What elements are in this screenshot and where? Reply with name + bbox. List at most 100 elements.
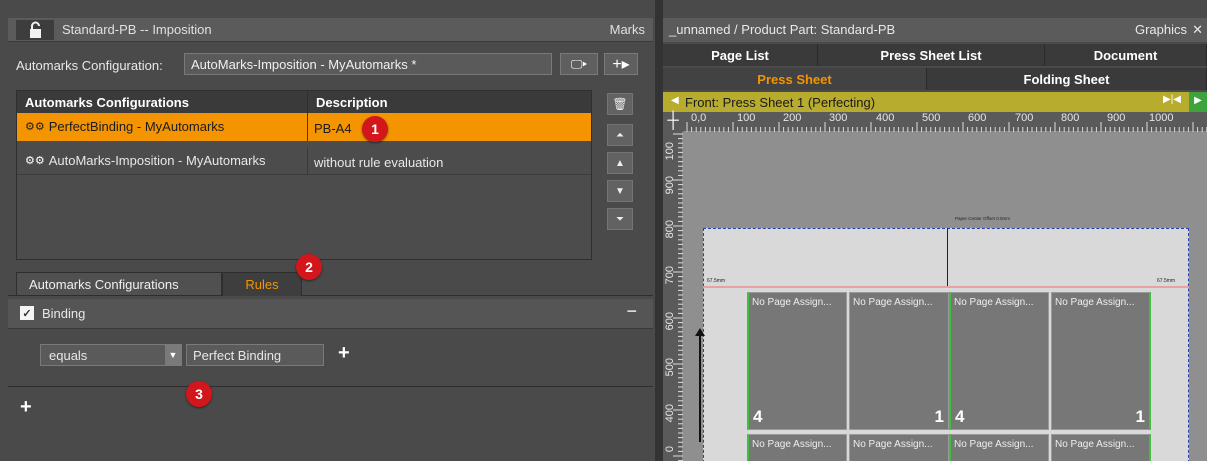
graphics-label: Graphics [1134,22,1187,37]
move-down-button[interactable]: ▼ [607,180,633,202]
move-top-button[interactable]: ⏶ [607,124,633,146]
ruler-tick-label: 400 [876,112,895,124]
page-slot[interactable]: No Page Assign... 4 [949,292,1049,430]
crosshair-icon[interactable]: ┼ [663,112,683,132]
ruler-tick-label: 800 [1061,112,1080,124]
automarks-config-field[interactable]: AutoMarks-Imposition - MyAutomarks * [184,53,552,75]
page-number: 1 [934,407,944,426]
move-bottom-button[interactable]: ⏷ [607,208,633,230]
automarks-table: Automarks Configurations Description ⚙⚙ … [16,90,592,260]
tab-press-sheet[interactable]: Press Sheet [663,68,927,90]
plus-icon: +▸ [612,56,630,73]
page-label: No Page Assign... [853,439,933,450]
ruler-tick-label: 300 [829,112,848,124]
page-slot[interactable]: No Page Assign... [949,434,1049,461]
view-tabs-row1: Page List Press Sheet List Document [663,44,1207,66]
sheet-nav-bar: ◀ Front: Press Sheet 1 (Perfecting) ▶|◀ … [663,92,1207,112]
vertical-ruler: 100 900 800 700 600 500 400 0 [663,132,683,461]
ruler-tick-label: 100 [737,112,756,124]
table-row[interactable]: ⚙⚙ AutoMarks-Imposition - MyAutomarks wi… [17,147,591,175]
ruler-ticks [686,122,1207,132]
ruler-tick-label: 500 [664,358,676,377]
lock-button[interactable] [16,20,54,40]
delete-button[interactable]: 🗑 [607,93,633,115]
center-line [947,228,948,286]
binding-checkbox[interactable]: ✓ [20,306,34,320]
add-config-button[interactable]: +▸ [604,53,638,75]
column-header-configs[interactable]: Automarks Configurations [17,91,307,113]
page-slot[interactable]: No Page Assign... 1 [849,292,949,430]
divider [8,386,653,387]
callout-badge: 1 [362,116,388,142]
config-description: PB-A4 [307,113,591,141]
binding-label: Binding [42,306,86,321]
gears-icon: ⚙⚙ [25,155,45,167]
operator-select[interactable]: equals ▼ [40,344,182,366]
table-row[interactable]: ⚙⚙ PerfectBinding - MyAutomarks PB-A4 [17,113,591,141]
page-slot[interactable]: No Page Assign... 1 [1051,292,1151,430]
page-label: No Page Assign... [954,439,1034,450]
ruler-tick-label: 0,0 [691,112,707,124]
tab-bar: Automarks Configurations Rules [8,270,653,296]
arrow-down-icon: ▼ [615,185,625,197]
ruler-tick-label: 900 [1107,112,1126,124]
callout-badge: 3 [186,381,212,407]
graphics-title: _unnamed / Product Part: Standard-PB [669,22,896,37]
callout-badge: 2 [296,254,322,280]
panel-splitter[interactable] [655,0,663,461]
page-label: No Page Assign... [752,439,832,450]
press-sheet-canvas[interactable]: Paper Center Offset 0.0mm 67.5mm 67.5mm … [683,132,1207,461]
play-icon[interactable]: ▶ [1189,92,1207,112]
arrow-up-icon [695,328,705,336]
ruler-tick-label: 1000 [1149,112,1174,124]
move-top-icon: ⏶ [616,129,624,141]
tab-folding-sheet[interactable]: Folding Sheet [927,68,1207,90]
page-slot[interactable]: No Page Assign... [747,434,847,461]
next-sheet-icon[interactable]: ▶|◀ [1163,94,1181,105]
collapse-button[interactable]: − [626,301,637,322]
tab-document[interactable]: Document [1045,44,1207,66]
move-up-button[interactable]: ▲ [607,152,633,174]
direction-arrow [699,332,701,442]
page-slot[interactable]: No Page Assign... [849,434,949,461]
ruler-tick-label: 0 [664,446,676,453]
ruler-tick-label: 900 [664,176,676,195]
gripper-line [703,286,1189,288]
imposition-panel: Standard-PB -- Imposition Marks Automark… [0,0,655,461]
page-slot[interactable]: No Page Assign... [1051,434,1151,461]
panel-titlebar: Standard-PB -- Imposition Marks [8,18,653,42]
margin-label: 67.5mm [707,278,726,284]
page-label: No Page Assign... [1055,297,1135,308]
add-rule-button[interactable]: + [20,396,32,419]
horizontal-ruler: 0,0 100 200 300 400 500 600 700 800 900 … [683,112,1207,132]
tab-automarks-configurations[interactable]: Automarks Configurations [16,272,222,296]
monitor-button[interactable]: 🖵▸ [560,53,598,75]
rule-value-field[interactable]: Perfect Binding [186,344,324,366]
graphics-panel: _unnamed / Product Part: Standard-PB Gra… [663,0,1207,461]
ruler-tick-label: 400 [664,404,676,423]
config-description: without rule evaluation [307,147,591,175]
close-icon[interactable]: ✕ [1192,22,1203,38]
prev-sheet-icon[interactable]: ◀ [671,95,679,106]
ruler-tick-label: 100 [664,142,676,161]
config-name: PerfectBinding - MyAutomarks [48,119,225,134]
ruler-tick-label: 600 [664,312,676,331]
marks-label: Marks [609,22,645,37]
view-tabs-row2: Press Sheet Folding Sheet [663,68,1207,90]
add-condition-button[interactable]: + [338,342,350,365]
column-header-description[interactable]: Description [307,91,591,113]
gears-icon: ⚙⚙ [25,121,45,133]
tab-page-list[interactable]: Page List [663,44,818,66]
page-slot[interactable]: No Page Assign... 4 [747,292,847,430]
page-label: No Page Assign... [853,297,933,308]
ruler-tick-label: 600 [968,112,987,124]
tab-press-sheet-list[interactable]: Press Sheet List [818,44,1045,66]
graphics-titlebar: _unnamed / Product Part: Standard-PB Gra… [663,18,1207,42]
margin-label: 67.5mm [1157,278,1176,284]
sheet-label: Front: Press Sheet 1 (Perfecting) [685,95,876,110]
ruler-tick-label: 700 [1015,112,1034,124]
arrow-up-icon: ▲ [615,157,625,169]
ruler-tick-label: 500 [922,112,941,124]
page-label: No Page Assign... [954,297,1034,308]
tab-rules[interactable]: Rules [222,272,302,296]
